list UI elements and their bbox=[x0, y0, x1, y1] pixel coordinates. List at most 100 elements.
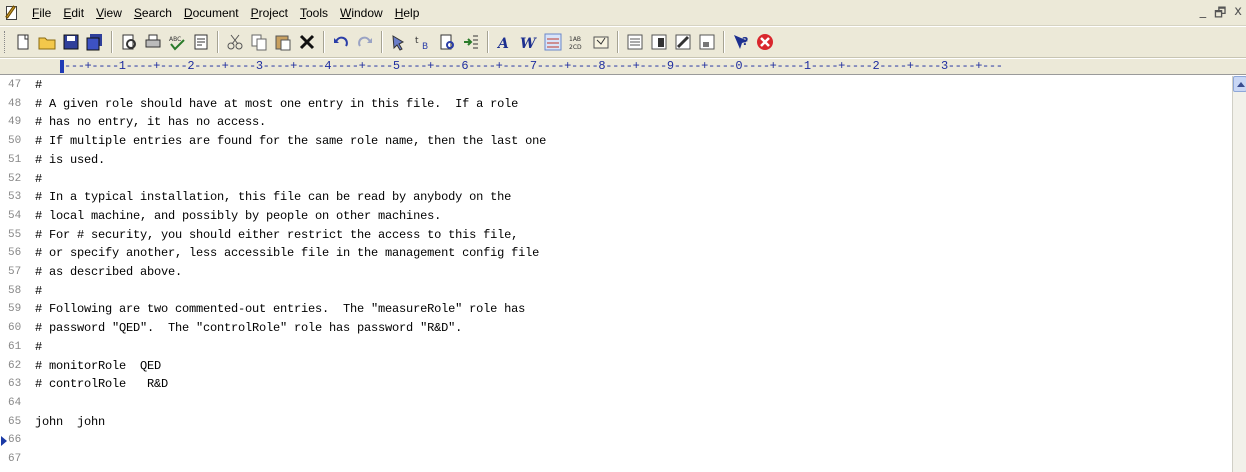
editor-line[interactable]: 47 # bbox=[0, 77, 1232, 94]
ruler-scale: ---+----1----+----2----+----3----+----4-… bbox=[64, 59, 1003, 73]
editor-line[interactable]: 53 # In a typical installation, this file… bbox=[0, 189, 1232, 206]
find-button[interactable] bbox=[388, 31, 410, 53]
ftp-button[interactable] bbox=[696, 31, 718, 53]
editor-line[interactable]: 62 # monitorRole QED bbox=[0, 358, 1232, 375]
close-button[interactable]: x bbox=[1234, 4, 1242, 26]
editor-line[interactable]: 57 # as described above. bbox=[0, 264, 1232, 281]
save-button[interactable] bbox=[60, 31, 82, 53]
menu-help[interactable]: Help bbox=[389, 0, 426, 26]
print-preview-button[interactable] bbox=[118, 31, 140, 53]
line-text: # bbox=[35, 171, 43, 186]
menu-edit[interactable]: Edit bbox=[57, 0, 90, 26]
replace-button[interactable]: tB bbox=[412, 31, 434, 53]
editor-line[interactable]: 52 # bbox=[0, 171, 1232, 188]
toolbar-separator bbox=[381, 31, 383, 53]
editor-line[interactable]: 64 bbox=[0, 395, 1232, 412]
svg-text:W: W bbox=[520, 36, 537, 51]
line-number: 53 bbox=[8, 191, 22, 204]
hex-view-button[interactable] bbox=[624, 31, 646, 53]
editor-line[interactable]: 60 # password "QED". The "controlRole" ro… bbox=[0, 320, 1232, 337]
editor-line[interactable]: 63 # controlRole R&D bbox=[0, 376, 1232, 393]
line-number: 61 bbox=[8, 340, 22, 353]
new-file-button[interactable] bbox=[12, 31, 34, 53]
editor-line[interactable]: 54 # local machine, and possibly by peopl… bbox=[0, 208, 1232, 225]
redo-icon bbox=[356, 33, 374, 51]
line-number: 63 bbox=[8, 378, 22, 391]
redo-button[interactable] bbox=[354, 31, 376, 53]
editor-line[interactable]: 56 # or specify another, less accessible … bbox=[0, 245, 1232, 262]
print-icon bbox=[144, 33, 162, 51]
delete-button[interactable] bbox=[296, 31, 318, 53]
indent-button[interactable] bbox=[460, 31, 482, 53]
editor-line[interactable]: 50 # If multiple entries are found for th… bbox=[0, 133, 1232, 150]
svg-text:B: B bbox=[422, 42, 428, 51]
scroll-up-button[interactable] bbox=[1233, 76, 1246, 92]
find-in-files-icon bbox=[438, 33, 456, 51]
help-button[interactable]: ? bbox=[730, 31, 752, 53]
wrap-lines-button[interactable] bbox=[542, 31, 564, 53]
menu-search[interactable]: Search bbox=[128, 0, 178, 26]
line-number: 67 bbox=[8, 453, 22, 465]
open-folder-button[interactable] bbox=[36, 31, 58, 53]
word-button[interactable]: W bbox=[518, 31, 540, 53]
column-mode-button[interactable] bbox=[648, 31, 670, 53]
save-all-button[interactable] bbox=[84, 31, 106, 53]
editor-line[interactable]: 55 # For # security, you should either re… bbox=[0, 227, 1232, 244]
menu-window[interactable]: Window bbox=[334, 0, 389, 26]
menu-view[interactable]: View bbox=[90, 0, 128, 26]
menu-tools[interactable]: Tools bbox=[294, 0, 334, 26]
menu-file[interactable]: File bbox=[26, 0, 57, 26]
editor-line[interactable]: 51 # is used. bbox=[0, 152, 1232, 169]
minimize-button[interactable]: _ bbox=[1200, 4, 1207, 26]
replace-icon: tB bbox=[414, 33, 432, 51]
vertical-scrollbar[interactable] bbox=[1232, 76, 1246, 472]
editor-line[interactable]: 66 bbox=[0, 432, 1232, 449]
line-text: # has no entry, it has no access. bbox=[35, 115, 267, 130]
font-button[interactable]: A bbox=[494, 31, 516, 53]
editor-line[interactable]: 65 john john bbox=[0, 414, 1232, 431]
toolbar-grip[interactable] bbox=[4, 31, 7, 53]
line-text: # bbox=[35, 283, 43, 298]
editor-line[interactable]: 59 # Following are two commented-out entr… bbox=[0, 301, 1232, 318]
line-text: # controlRole R&D bbox=[35, 377, 169, 392]
line-number: 56 bbox=[8, 247, 22, 260]
line-text: # In a typical installation, this file c… bbox=[35, 190, 512, 205]
svg-text:?: ? bbox=[742, 35, 748, 48]
find-icon bbox=[390, 33, 408, 51]
editor-line[interactable]: 58 # bbox=[0, 283, 1232, 300]
editor-line[interactable]: 67 bbox=[0, 451, 1232, 468]
print-button[interactable] bbox=[142, 31, 164, 53]
menu-project[interactable]: Project bbox=[245, 0, 294, 26]
copy-button[interactable] bbox=[248, 31, 270, 53]
number-lines-button[interactable]: 1AB 2CD bbox=[566, 31, 588, 53]
column-mode-icon bbox=[650, 33, 668, 51]
paste-button[interactable] bbox=[272, 31, 294, 53]
line-text: # as described above. bbox=[35, 265, 183, 279]
text-editor[interactable]: 47 # 48 # A given role should have at most … bbox=[0, 76, 1232, 472]
line-text: # A given role should have at most one e… bbox=[35, 96, 519, 111]
cut-button[interactable] bbox=[224, 31, 246, 53]
line-number: 62 bbox=[8, 359, 22, 372]
menu-document[interactable]: Document bbox=[178, 0, 245, 26]
undo-icon bbox=[332, 33, 350, 51]
settings-button[interactable] bbox=[590, 31, 612, 53]
editor-line[interactable]: 48 # A given role should have at most one… bbox=[0, 96, 1232, 113]
toolbar: ABC t B A W 1AB 2CD? bbox=[0, 27, 1246, 58]
find-in-files-button[interactable] bbox=[436, 31, 458, 53]
spell-check-button[interactable]: ABC bbox=[166, 31, 188, 53]
current-line-marker-icon bbox=[1, 436, 7, 447]
settings-icon bbox=[592, 33, 610, 51]
undo-button[interactable] bbox=[330, 31, 352, 53]
line-text: # local machine, and possibly by people … bbox=[35, 208, 442, 223]
line-number: 52 bbox=[8, 172, 22, 185]
restore-button[interactable]: 🗗 bbox=[1214, 4, 1226, 26]
word-wrap-button[interactable] bbox=[190, 31, 212, 53]
line-number: 57 bbox=[8, 266, 22, 278]
line-text: # bbox=[35, 78, 43, 92]
app-icon[interactable] bbox=[4, 4, 20, 21]
delete-icon bbox=[298, 33, 316, 51]
clipboard-button[interactable] bbox=[672, 31, 694, 53]
editor-line[interactable]: 49 # has no entry, it has no access. bbox=[0, 114, 1232, 131]
stop-button[interactable] bbox=[754, 31, 776, 53]
editor-line[interactable]: 61 # bbox=[0, 339, 1232, 356]
